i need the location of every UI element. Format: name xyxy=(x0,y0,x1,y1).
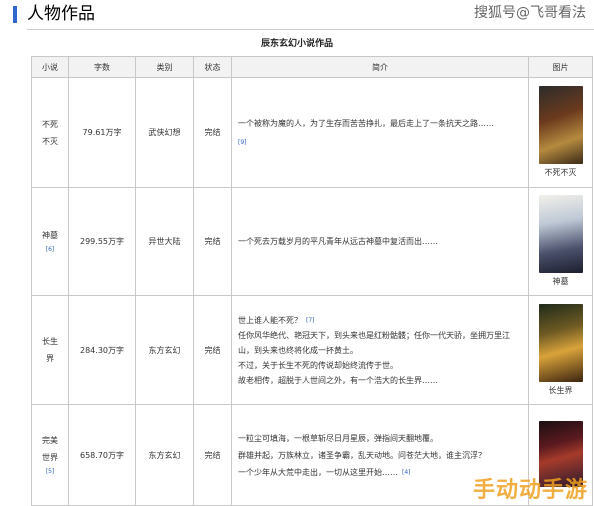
intro-line: 群雄并起，万族林立，诸圣争霸，乱天动地。问苍茫大地，谁主沉浮？ xyxy=(238,450,486,460)
novel-title-link[interactable]: 神墓 [6] xyxy=(31,187,69,296)
category: 东方玄幻 xyxy=(135,295,194,405)
table-row: 长生 界 284.30万字 东方玄幻 完结 世上谁人能不死？ [7] 任你风华绝代… xyxy=(31,295,593,405)
citation-link[interactable]: [7] xyxy=(306,317,315,324)
intro: 世上谁人能不死？ [7] 任你风华绝代、艳冠天下，到头来也是红粉骷髅；任你一代天骄… xyxy=(231,295,529,405)
book-cover-image[interactable] xyxy=(538,303,583,382)
header-divider xyxy=(27,29,594,30)
section-header: 人物作品 搜狐号@飞哥看法 xyxy=(0,0,594,30)
citation-link[interactable]: [6] xyxy=(32,244,68,256)
novel-title-line: 世界 xyxy=(42,453,58,462)
cover-caption: 不死不灭 xyxy=(544,168,577,177)
novel-title-line: 不死 xyxy=(42,119,58,129)
table-header-row: 小说 字数 类别 状态 简介 图片 xyxy=(31,56,593,78)
citation-link[interactable]: [4] xyxy=(402,469,411,476)
intro: 一个被称为魔的人，为了生存而苦苦挣扎，最后走上了一条抗天之路…… [9] xyxy=(231,77,529,188)
column-header-words: 字数 xyxy=(68,56,136,78)
cover-cell: 神墓 xyxy=(528,187,593,296)
book-cover-image[interactable] xyxy=(538,86,583,164)
status: 完结 xyxy=(193,295,232,405)
intro-line: 世上谁人能不死？ xyxy=(238,315,302,325)
column-header-status: 状态 xyxy=(193,56,232,78)
intro-line: 一个少年从大荒中走出，一切从这里开始…… xyxy=(238,467,398,477)
status: 完结 xyxy=(193,77,232,188)
status: 完结 xyxy=(193,187,232,296)
novel-title-line: 神墓 xyxy=(42,231,58,240)
novel-title-line: 界 xyxy=(46,354,54,363)
column-header-picture: 图片 xyxy=(528,56,593,78)
book-cover-image[interactable] xyxy=(538,420,583,487)
table-row: 不死 不灭 79.61万字 武侠幻想 完结 一个被称为魔的人，为了生存而苦苦挣扎… xyxy=(31,77,593,188)
intro-line: 故老相传，超脱于人世间之外，有一个浩大的长生界…… xyxy=(238,375,438,385)
category: 异世大陆 xyxy=(135,187,194,296)
word-count: 658.70万字 xyxy=(68,404,136,506)
book-cover-image[interactable] xyxy=(538,195,583,273)
citation-link[interactable]: [5] xyxy=(32,466,68,478)
intro-line: 一粒尘可填海，一根草斩尽日月星辰，弹指间天翻地覆。 xyxy=(238,433,438,443)
category: 东方玄幻 xyxy=(135,404,194,506)
novel-title-link[interactable]: 不死 不灭 xyxy=(31,77,69,188)
intro-line: 一个被称为魔的人，为了生存而苦苦挣扎，最后走上了一条抗天之路…… xyxy=(238,118,494,128)
word-count: 284.30万字 xyxy=(68,295,136,405)
intro-line: 任你风华绝代、艳冠天下，到头来也是红粉骷髅；任你一代天骄，坐拥万里江山，到头来也… xyxy=(238,330,510,355)
brand-watermark: 手动动手游 xyxy=(472,478,588,503)
table-row: 神墓 [6] 299.55万字 异世大陆 完结 一个死去万载岁月的平凡青年从远古… xyxy=(31,187,593,296)
novel-title-line: 不灭 xyxy=(42,136,58,146)
word-count: 299.55万字 xyxy=(68,187,136,296)
novel-title-link[interactable]: 完美 世界 [5] xyxy=(31,404,69,506)
intro-line: 不过，关于长生不死的传说却始终流传于世。 xyxy=(238,360,398,370)
word-count: 79.61万字 xyxy=(68,77,136,188)
status: 完结 xyxy=(193,404,232,506)
novel-title-line: 长生 xyxy=(42,337,58,346)
cover-cell: 不死不灭 xyxy=(528,77,593,188)
section-accent-bar xyxy=(13,6,17,23)
category: 武侠幻想 xyxy=(135,77,194,188)
column-header-category: 类别 xyxy=(135,56,194,78)
column-header-title: 小说 xyxy=(31,56,69,78)
cover-cell: 长生界 xyxy=(528,295,593,405)
novel-title-link[interactable]: 长生 界 xyxy=(31,295,69,405)
source-watermark: 搜狐号@飞哥看法 xyxy=(474,5,586,21)
citation-link[interactable]: [9] xyxy=(238,139,247,146)
table-caption: 辰东玄幻小说作品 xyxy=(260,39,333,49)
section-title: 人物作品 xyxy=(27,4,95,24)
works-table: 小说 字数 类别 状态 简介 图片 不死 不灭 79.61万字 武侠幻想 完结 … xyxy=(31,56,593,506)
cover-caption: 神墓 xyxy=(552,277,569,286)
novel-title-line: 完美 xyxy=(42,436,58,445)
column-header-intro: 简介 xyxy=(231,56,529,78)
cover-caption: 长生界 xyxy=(548,385,573,395)
intro: 一个死去万载岁月的平凡青年从远古神墓中复活而出…… xyxy=(231,187,529,296)
intro-line: 一个死去万载岁月的平凡青年从远古神墓中复活而出…… xyxy=(238,237,438,246)
